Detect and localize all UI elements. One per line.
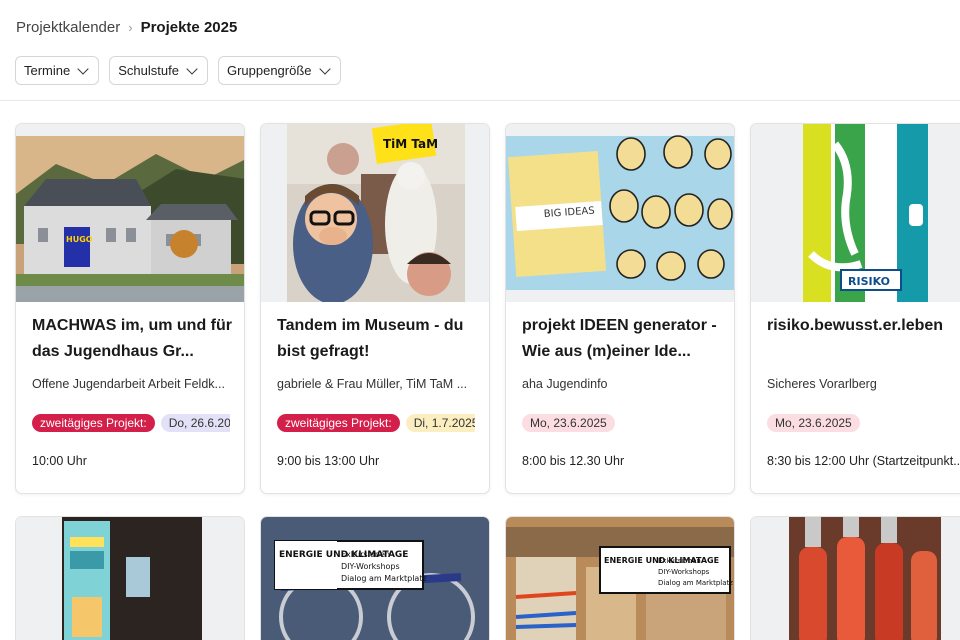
project-tags: zweitägiges Projekt: Di, 1.7.2025 [277,414,475,434]
date-badge: Di, 1.7.2025 [405,414,475,432]
project-time: 8:30 bis 12:00 Uhr (Startzeitpunkt... [767,454,960,468]
project-image: ENERGIE UND KLIMATAGE Exkursionen DIY-Wo… [506,517,734,640]
project-card[interactable]: BIG IDEAS projekt IDEEN generator - Wie … [505,123,735,494]
project-title: Tandem im Museum - du bist gefragt! [277,317,464,360]
project-title: risiko.bewusst.er.leben [767,317,944,334]
date-badge: Mo, 23.6.2025 [522,414,615,432]
energie-line-1: Exkursionen [658,557,701,565]
filter-bar: Termine Schulstufe Gruppengröße [15,56,341,85]
duration-badge: zweitägiges Projekt: [277,414,400,432]
hugo-sign-text: HUGO [66,235,93,244]
date-badge: Do, 26.6.2025 [160,414,230,432]
breadcrumb-projektkalender-link[interactable]: Projektkalender [16,19,120,36]
project-title: MACHWAS im, um und für das Jugendhaus Gr… [32,317,232,360]
project-image: RISIKO [751,124,960,302]
project-card[interactable]: ENERGIE UND KLIMATAGE Exkursionen DIY-Wo… [260,516,490,640]
header-divider [0,100,960,101]
project-organizer: gabriele & Frau Müller, TiM TaM ... [277,377,468,391]
energie-line-1: Exkursionen [341,550,390,559]
project-card[interactable] [15,516,245,640]
breadcrumb: Projektkalender › Projekte 2025 [16,17,237,37]
project-tags: zweitägiges Projekt: Do, 26.6.2025 [32,414,230,434]
filter-gruppengroesse-dropdown[interactable]: Gruppengröße [217,56,341,85]
energie-line-3: Dialog am Marktplatz [658,579,733,587]
project-image: TiM TaM [261,124,489,302]
project-card[interactable]: ENERGIE UND KLIMATAGE Exkursionen DIY-Wo… [505,516,735,640]
chevron-right-icon: › [128,19,133,35]
project-card[interactable]: TiM TaM Tandem im Museum - du bist gefra… [260,123,490,494]
project-organizer: Sicheres Vorarlberg [767,377,877,391]
page-title: Projekte 2025 [140,18,238,36]
risiko-logo-text: RISIKO [848,275,890,288]
chevron-down-icon [318,62,331,75]
project-tags: Mo, 23.6.2025 [522,414,720,434]
duration-badge: zweitägiges Projekt: [32,414,155,432]
project-organizer: Offene Jugendarbeit Arbeit Feldk... [32,377,225,391]
project-card[interactable]: HUGO MACHWAS im, um und für das Jugendha… [15,123,245,494]
project-tags: Mo, 23.6.2025 [767,414,960,434]
project-image: HUGO [16,124,244,302]
project-time: 8:00 bis 12.30 Uhr [522,454,625,468]
filter-schulstufe-dropdown[interactable]: Schulstufe [109,56,208,85]
project-organizer: aha Jugendinfo [522,377,608,391]
filter-label: Gruppengröße [226,63,312,78]
filter-termine-dropdown[interactable]: Termine [15,56,100,85]
project-image: BIG IDEAS [506,124,734,302]
chevron-down-icon [77,62,89,75]
project-card[interactable]: RISIKO risiko.bewusst.er.leben Sicheres … [750,123,960,494]
energie-line-3: Dialog am Marktplatz [341,574,427,583]
project-image [751,517,960,640]
project-card[interactable] [750,516,960,640]
energie-line-2: DIY-Workshops [341,562,400,571]
filter-label: Termine [24,63,71,78]
filter-label: Schulstufe [118,63,179,78]
project-time: 10:00 Uhr [32,454,87,468]
project-title: projekt IDEEN generator - Wie aus (m)ein… [522,317,717,360]
timtam-logo-text: TiM TaM [383,137,438,151]
date-badge: Mo, 23.6.2025 [767,414,860,432]
project-image [16,517,244,640]
project-image: ENERGIE UND KLIMATAGE Exkursionen DIY-Wo… [261,517,489,640]
project-time: 9:00 bis 13:00 Uhr [277,454,380,468]
energie-line-2: DIY-Workshops [658,568,710,576]
chevron-down-icon [186,62,198,75]
